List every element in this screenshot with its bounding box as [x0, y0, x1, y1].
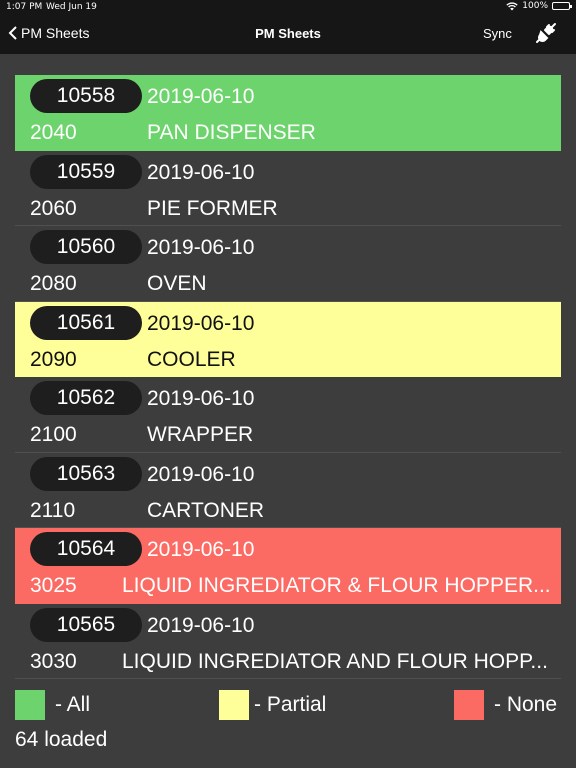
sheet-description: CARTONER	[147, 498, 265, 522]
sheet-code: 2090	[30, 347, 77, 371]
sheet-code: 2040	[30, 121, 77, 144]
legend-partial-label: - Partial	[254, 693, 327, 716]
sheet-description: WRAPPER	[147, 423, 254, 446]
status-date: Wed Jun 19	[46, 2, 97, 12]
list-item[interactable]: 10563 2019-06-10 2110 CARTONER	[15, 452, 561, 528]
list-item[interactable]: 10561 2019-06-10 2090 COOLER	[15, 301, 561, 377]
sheet-description: COOLER	[147, 347, 236, 371]
sheet-date: 2019-06-10	[147, 85, 255, 108]
sheet-number-pill: 10561	[30, 305, 142, 340]
sheet-description: LIQUID INGREDIATOR AND FLOUR HOPP...	[122, 649, 548, 673]
list-item[interactable]: 10562 2019-06-10 2100 WRAPPER	[15, 377, 561, 453]
sheet-code: 3030	[30, 649, 77, 673]
plug-icon[interactable]	[534, 21, 558, 45]
sheet-date: 2019-06-10	[147, 160, 255, 184]
sheet-date: 2019-06-10	[147, 538, 255, 561]
sheet-number-pill: 10564	[30, 532, 142, 566]
sheet-date: 2019-06-10	[147, 311, 255, 335]
sheet-date: 2019-06-10	[147, 387, 255, 410]
list-item[interactable]: 10558 2019-06-10 2040 PAN DISPENSER	[15, 75, 561, 151]
battery-percent: 100%	[522, 1, 548, 11]
wifi-icon	[506, 1, 518, 10]
sheet-date: 2019-06-10	[147, 236, 255, 259]
sheet-code: 2080	[30, 272, 77, 295]
sheet-date: 2019-06-10	[147, 462, 255, 486]
sheet-date: 2019-06-10	[147, 613, 255, 637]
battery-icon	[552, 2, 572, 10]
sheet-number-pill: 10563	[30, 456, 142, 491]
sheet-code: 2100	[30, 423, 77, 446]
sync-button[interactable]: Sync	[483, 26, 512, 41]
pm-sheets-list[interactable]: 10558 2019-06-10 2040 PAN DISPENSER 10559 201…	[15, 75, 561, 687]
sheet-number-pill: 10565	[30, 607, 142, 642]
legend-all-swatch	[15, 690, 45, 720]
legend-none-swatch	[454, 690, 484, 720]
status-bar: 1:07 PM Wed Jun 19 100%	[0, 0, 576, 14]
status-right: 100%	[506, 1, 572, 11]
list-item[interactable]: 10559 2019-06-10 2060 PIE FORMER	[15, 150, 561, 226]
list-item[interactable]: 10560 2019-06-10 2080 OVEN	[15, 226, 561, 302]
list-item[interactable]: 10565 2019-06-10 3030 LIQUID INGREDIATOR AN…	[15, 603, 561, 679]
sheet-code: 2060	[30, 196, 77, 220]
legend-none-label: - None	[494, 693, 558, 716]
sheet-number-pill: 10558	[30, 79, 142, 113]
loaded-count: 64 loaded	[15, 728, 108, 751]
sheet-number-pill: 10560	[30, 230, 142, 264]
sheet-description: OVEN	[147, 272, 207, 295]
navigation-bar: PM Sheets PM Sheets Sync	[0, 14, 576, 54]
sheet-description: PIE FORMER	[147, 196, 278, 220]
legend-partial-swatch	[219, 690, 249, 720]
status-time: 1:07 PM	[6, 2, 43, 12]
sheet-number-pill: 10559	[30, 154, 142, 189]
legend: - All - Partial - None	[0, 690, 576, 724]
list-item[interactable]: 10564 2019-06-10 3025 LIQUID INGREDIATOR & …	[15, 528, 561, 604]
sheet-number-pill: 10562	[30, 381, 142, 415]
sheet-code: 3025	[30, 574, 77, 597]
sheet-description: PAN DISPENSER	[147, 121, 316, 144]
sheet-code: 2110	[30, 498, 76, 522]
sheet-description: LIQUID INGREDIATOR & FLOUR HOPPER...	[122, 574, 551, 597]
legend-all-label: - All	[55, 693, 91, 716]
